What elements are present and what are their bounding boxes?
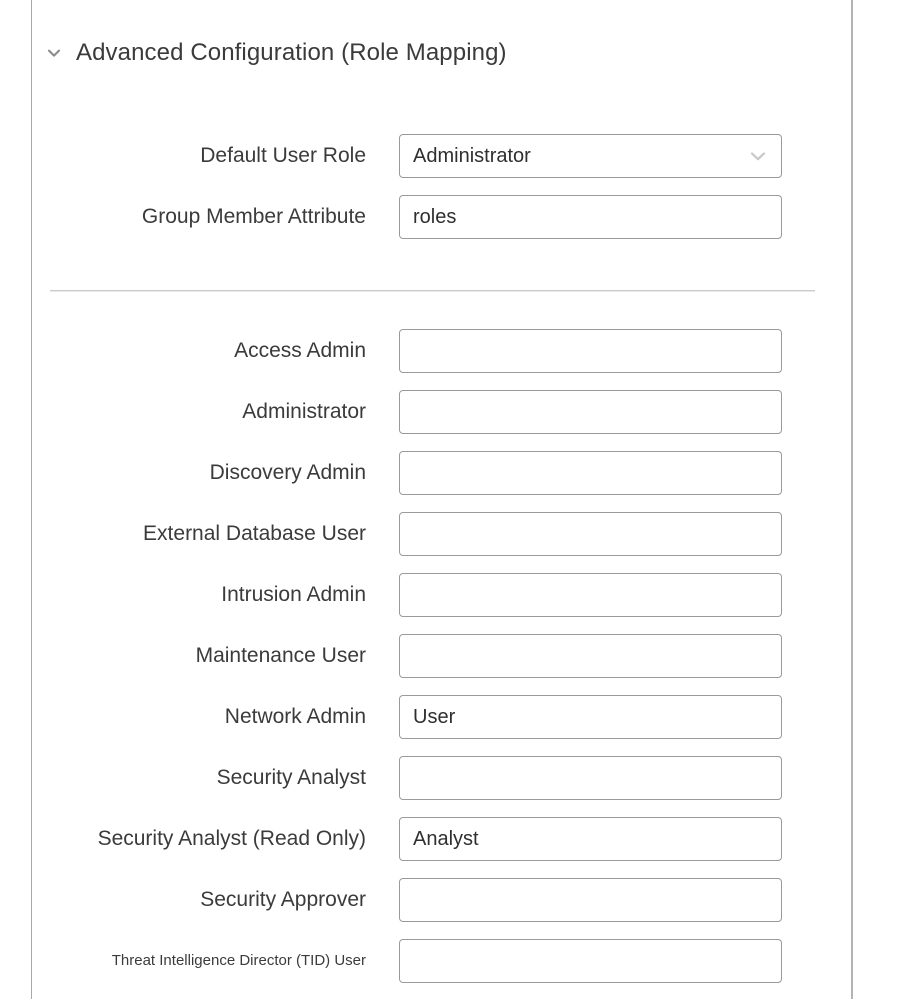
- input-external-database-user[interactable]: [399, 512, 782, 556]
- field-row-administrator: Administrator: [32, 390, 815, 434]
- field-row-tid-user: Threat Intelligence Director (TID) User: [32, 939, 815, 983]
- field-row-maintenance-user: Maintenance User: [32, 634, 815, 678]
- input-discovery-admin[interactable]: [399, 451, 782, 495]
- field-row-access-admin: Access Admin: [32, 329, 815, 373]
- field-row-external-database-user: External Database User: [32, 512, 815, 556]
- label-discovery-admin: Discovery Admin: [209, 461, 366, 485]
- chevron-down-icon[interactable]: [747, 145, 769, 167]
- input-access-admin[interactable]: [399, 329, 782, 373]
- label-administrator: Administrator: [242, 400, 366, 424]
- chevron-down-icon[interactable]: [32, 44, 76, 62]
- label-access-admin: Access Admin: [234, 339, 366, 363]
- input-tid-user[interactable]: [399, 939, 782, 983]
- advanced-configuration-panel: Advanced Configuration (Role Mapping) De…: [32, 0, 851, 999]
- field-row-security-analyst-read-only: Security Analyst (Read Only) Analyst: [32, 817, 815, 861]
- label-group-member-attribute: Group Member Attribute: [141, 205, 366, 229]
- group-member-attribute-input[interactable]: roles: [399, 195, 782, 239]
- field-row-group-member-attribute: Group Member Attribute roles: [32, 195, 815, 239]
- section-divider: [50, 290, 815, 291]
- default-user-role-value: Administrator: [413, 144, 531, 167]
- field-row-default-user-role: Default User Role Administrator: [32, 134, 815, 178]
- label-security-analyst: Security Analyst: [216, 766, 366, 790]
- label-tid-user: Threat Intelligence Director (TID) User: [111, 951, 366, 969]
- input-security-approver[interactable]: [399, 878, 782, 922]
- input-maintenance-user[interactable]: [399, 634, 782, 678]
- value-security-analyst-read-only: Analyst: [413, 827, 479, 850]
- label-external-database-user: External Database User: [143, 522, 366, 546]
- label-intrusion-admin: Intrusion Admin: [221, 583, 366, 607]
- role-mapping-page: Advanced Configuration (Role Mapping) De…: [0, 0, 920, 999]
- input-security-analyst[interactable]: [399, 756, 782, 800]
- default-user-role-select[interactable]: Administrator: [399, 134, 782, 178]
- field-row-security-approver: Security Approver: [32, 878, 815, 922]
- field-row-network-admin: Network Admin User: [32, 695, 815, 739]
- field-row-discovery-admin: Discovery Admin: [32, 451, 815, 495]
- field-row-intrusion-admin: Intrusion Admin: [32, 573, 815, 617]
- field-row-security-analyst: Security Analyst: [32, 756, 815, 800]
- input-security-analyst-read-only[interactable]: Analyst: [399, 817, 782, 861]
- input-network-admin[interactable]: User: [399, 695, 782, 739]
- panel-right-border: [851, 0, 853, 999]
- page-title: Advanced Configuration (Role Mapping): [76, 39, 507, 66]
- label-default-user-role: Default User Role: [200, 144, 366, 168]
- input-administrator[interactable]: [399, 390, 782, 434]
- label-maintenance-user: Maintenance User: [195, 644, 366, 668]
- group-member-attribute-value: roles: [413, 205, 457, 228]
- advanced-configuration-header[interactable]: Advanced Configuration (Role Mapping): [32, 30, 507, 76]
- value-network-admin: User: [413, 705, 456, 728]
- label-security-approver: Security Approver: [200, 888, 366, 912]
- label-security-analyst-read-only: Security Analyst (Read Only): [97, 827, 366, 851]
- label-network-admin: Network Admin: [224, 705, 366, 729]
- input-intrusion-admin[interactable]: [399, 573, 782, 617]
